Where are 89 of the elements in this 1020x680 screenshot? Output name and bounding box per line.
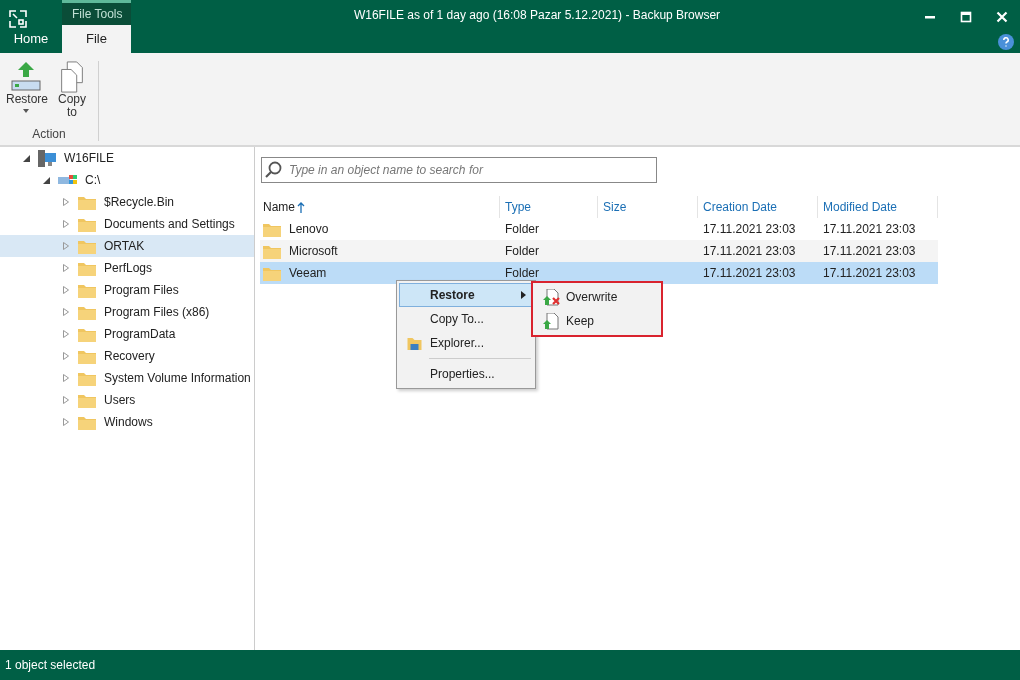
table-cell: Folder [505,222,539,236]
expand-icon[interactable] [63,264,69,272]
restore-button[interactable]: Restore [4,61,48,123]
table-cell: Microsoft [289,244,338,258]
ribbon-tab[interactable]: File [62,25,131,53]
tree-item[interactable]: Recovery [0,345,254,367]
expand-icon[interactable] [63,418,69,426]
table-cell: 17.11.2021 23:03 [703,244,796,258]
tree-item[interactable]: $Recycle.Bin [0,191,254,213]
expand-icon[interactable] [63,286,69,294]
window-title: W16FILE as of 1 day ago (16:08 Pazar 5.12.2021) - Backup Browser [353,8,721,22]
menu-item[interactable]: Restore [399,283,533,307]
table-row[interactable]: Lenovo Folder 17.11.2021 23:03 17.11.2021 23:03 [260,218,938,240]
column-header[interactable]: Name [260,196,500,218]
tree-item[interactable]: ORTAK [0,235,254,257]
folder-icon [263,221,281,237]
maximize-icon[interactable] [960,11,972,23]
tree-item[interactable]: Windows [0,411,254,433]
document-arrow-icon [542,312,560,330]
tree-item[interactable]: Users [0,389,254,411]
table-cell: 17.11.2021 23:03 [703,222,796,236]
menu-item[interactable]: Overwrite [535,285,659,309]
expand-icon[interactable] [63,396,69,404]
expand-icon[interactable] [63,198,69,206]
menu-item[interactable]: Keep [535,309,659,333]
folder-icon [78,194,96,210]
drive-icon [58,175,77,185]
tree-item[interactable]: PerfLogs [0,257,254,279]
column-header[interactable]: Type [500,196,598,218]
table-cell: 17.11.2021 23:03 [823,266,916,280]
table-cell: 17.11.2021 23:03 [703,266,796,280]
folder-icon [78,216,96,232]
column-header[interactable]: Creation Date [698,196,818,218]
collapse-icon[interactable] [22,154,30,162]
menu-item[interactable]: Properties... [399,362,533,386]
expand-icon[interactable] [63,242,69,250]
help-icon[interactable] [998,34,1014,50]
tree-item[interactable]: Program Files [0,279,254,301]
tree-item[interactable]: ProgramData [0,323,254,345]
tree-item[interactable]: W16FILE [0,147,254,169]
tree-item[interactable]: Program Files (x86) [0,301,254,323]
close-icon[interactable] [996,11,1008,23]
search-icon [265,161,283,179]
table-cell: Folder [505,244,539,258]
folder-window-icon [407,335,423,351]
table-cell: 17.11.2021 23:03 [823,222,916,236]
folder-icon [78,348,96,364]
table-row[interactable]: Microsoft Folder 17.11.2021 23:03 17.11.2021 23:03 [260,240,938,262]
search-field[interactable]: Type in an object name to search for [261,157,657,183]
folder-icon [78,304,96,320]
folder-icon [78,326,96,342]
folder-icon [78,238,96,254]
collapse-icon[interactable] [42,176,50,184]
tree-item[interactable]: C:\ [0,169,254,191]
expand-icon[interactable] [63,220,69,228]
folder-icon [263,243,281,259]
folder-icon [78,282,96,298]
tree-item[interactable]: Documents and Settings [0,213,254,235]
table-row[interactable]: Veeam Folder 17.11.2021 23:03 17.11.2021 23:03 [260,262,938,284]
folder-icon [78,370,96,386]
expand-icon[interactable] [63,330,69,338]
copy-button[interactable]: Copy to [50,61,94,123]
folder-icon [263,265,281,281]
arrow-drive-icon [9,61,43,93]
menu-item[interactable]: Explorer... [399,331,533,355]
folder-icon [78,414,96,430]
sort-arrow-icon [297,201,305,213]
context-tab-label: File Tools [62,0,131,25]
ribbon-group-label: Action [32,127,66,141]
table-cell: 17.11.2021 23:03 [823,244,916,258]
document-cross-icon [542,288,560,306]
folder-icon [78,392,96,408]
app-logo-icon [8,9,28,29]
table-cell: Folder [505,266,539,280]
expand-icon[interactable] [63,352,69,360]
folder-icon [78,260,96,276]
status-text: 1 object selected [0,650,1020,680]
tree-item[interactable]: System Volume Information [0,367,254,389]
table-cell: Veeam [289,266,327,280]
menu-item[interactable]: Copy To... [399,307,533,331]
column-header[interactable]: Size [598,196,698,218]
expand-icon[interactable] [63,308,69,316]
expand-icon[interactable] [63,374,69,382]
table-cell: Lenovo [289,222,329,236]
column-header[interactable]: Modified Date [818,196,938,218]
submenu-arrow-icon [521,291,526,299]
ribbon-tab[interactable]: Home [0,25,62,53]
documents-icon [58,61,86,93]
server-icon [38,149,56,167]
